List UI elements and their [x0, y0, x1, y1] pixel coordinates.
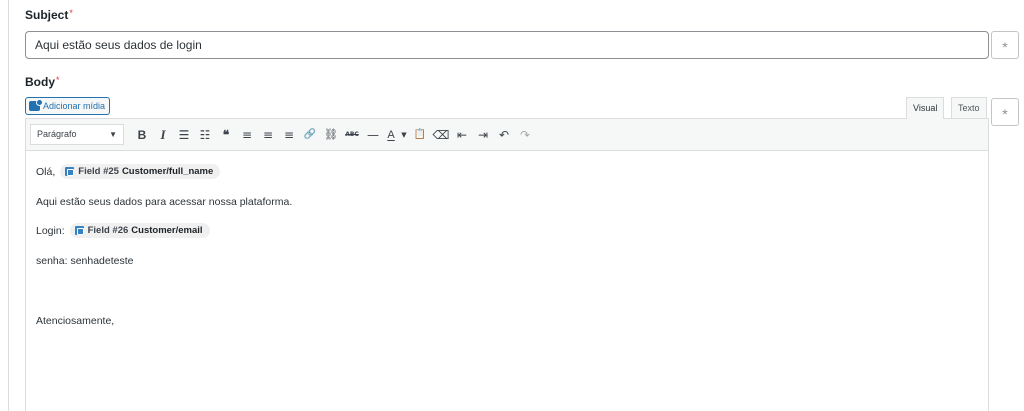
asterisk-icon: * — [1002, 39, 1008, 55]
content-line-closing: Atenciosamente, — [36, 315, 114, 327]
strikethrough-button[interactable]: ABC — [342, 125, 362, 145]
body-editor[interactable]: Parágrafo ▼ B I ☰ ☷ ❝ ≡ ≡ ≡ 🔗 ⛓ ABC — A … — [25, 118, 989, 411]
add-media-label: Adicionar mídia — [43, 101, 106, 111]
asterisk-icon: * — [1002, 106, 1008, 122]
body-label-text: Body — [25, 75, 55, 89]
field-tag-prefix: Field #26 — [87, 225, 129, 236]
format-select-value: Parágrafo — [37, 129, 77, 139]
blockquote-button[interactable]: ❝ — [216, 125, 236, 145]
add-media-button[interactable]: Adicionar mídia — [25, 97, 111, 115]
chevron-down-icon: ▼ — [109, 130, 117, 139]
media-icon — [29, 99, 43, 111]
required-mark: * — [69, 8, 73, 18]
tab-visual[interactable]: Visual — [906, 97, 945, 119]
greeting-text: Olá, — [36, 165, 56, 178]
left-border — [8, 0, 9, 411]
field-tag-full-name[interactable]: Field #25 Customer/full_name — [60, 164, 221, 179]
password-text: senha: senhadeteste — [36, 255, 134, 267]
subject-label-text: Subject — [25, 8, 69, 22]
content-line-login: Login: Field #26 Customer/email — [36, 223, 210, 238]
bullet-list-button[interactable]: ☰ — [174, 125, 194, 145]
outdent-button[interactable]: ⇤ — [452, 125, 472, 145]
closing-text: Atenciosamente, — [36, 315, 115, 327]
text-color-button[interactable]: A — [384, 125, 398, 145]
undo-button[interactable]: ↶ — [494, 125, 514, 145]
paste-as-text-button[interactable]: 📋 — [410, 125, 430, 145]
bold-button[interactable]: B — [132, 125, 152, 145]
field-tag-prefix: Field #25 — [78, 166, 119, 177]
field-tag-email[interactable]: Field #26 Customer/email — [69, 223, 210, 238]
field-tag-name: Customer/full_name — [121, 166, 214, 177]
field-tag-name: Customer/email — [131, 225, 203, 236]
intro-text: Aqui estão seus dados para acessar nossa… — [36, 196, 293, 208]
subject-field-picker-button[interactable]: * — [991, 31, 1019, 59]
clear-formatting-button[interactable]: ⌫ — [431, 125, 451, 145]
unlink-button[interactable]: ⛓ — [321, 125, 341, 145]
subject-label: Subject* — [25, 8, 73, 22]
required-mark: * — [56, 75, 60, 85]
italic-button[interactable]: I — [153, 125, 173, 145]
horizontal-rule-button[interactable]: — — [363, 125, 383, 145]
subject-input[interactable]: Aqui estão seus dados de login — [25, 31, 989, 59]
body-field-picker-button[interactable]: * — [991, 98, 1019, 126]
field-icon — [65, 167, 75, 176]
content-line-password: senha: senhadeteste — [36, 255, 134, 267]
text-color-dropdown-icon[interactable]: ▼ — [399, 125, 409, 145]
align-left-button[interactable]: ≡ — [237, 125, 257, 145]
align-center-button[interactable]: ≡ — [258, 125, 278, 145]
align-right-button[interactable]: ≡ — [279, 125, 299, 145]
link-button[interactable]: 🔗 — [300, 125, 320, 145]
numbered-list-button[interactable]: ☷ — [195, 125, 215, 145]
content-line-greeting: Olá, Field #25 Customer/full_name — [36, 164, 221, 179]
login-label-text: Login: — [36, 224, 65, 237]
body-label: Body* — [25, 75, 60, 89]
indent-button[interactable]: ⇥ — [473, 125, 493, 145]
editor-toolbar: Parágrafo ▼ B I ☰ ☷ ❝ ≡ ≡ ≡ 🔗 ⛓ ABC — A … — [26, 119, 988, 151]
field-icon — [74, 226, 84, 235]
tab-text[interactable]: Texto — [951, 97, 987, 119]
content-line-intro: Aqui estão seus dados para acessar nossa… — [36, 196, 292, 208]
redo-button[interactable]: ↷ — [515, 125, 535, 145]
format-select[interactable]: Parágrafo ▼ — [30, 124, 124, 145]
